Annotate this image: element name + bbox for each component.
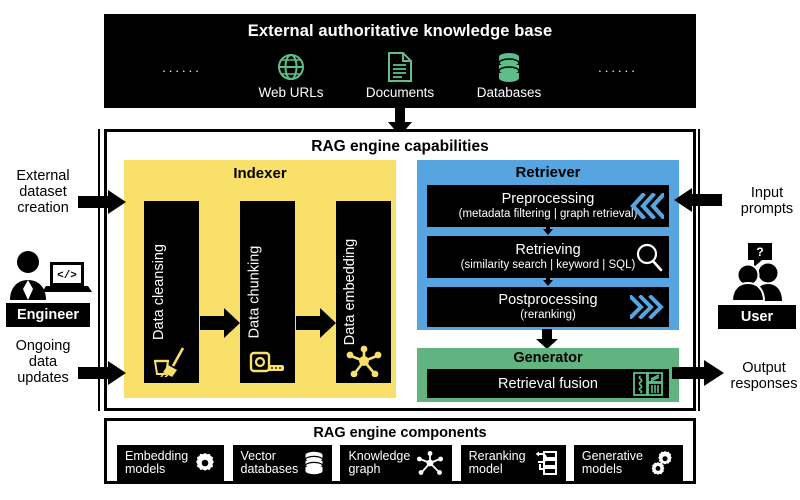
- retriever-step-preprocessing[interactable]: Preprocessing (metadata filtering | grap…: [427, 185, 669, 227]
- source-label: Documents: [365, 85, 435, 100]
- step-title: Retrieving: [515, 241, 581, 258]
- source-label: Web URLs: [258, 85, 324, 100]
- paper-roll-icon: [240, 349, 295, 377]
- label-line: Output: [742, 360, 786, 376]
- arrow-input-prompts-in: [672, 188, 722, 212]
- rag-engine-components-frame: RAG engine components Embedding models V…: [104, 418, 696, 484]
- component-label-line2: databases: [240, 462, 299, 476]
- knowledge-base-title: External authoritative knowledge base: [247, 22, 553, 40]
- node-graph-icon: [336, 345, 391, 377]
- label-line: Ongoing: [15, 338, 71, 354]
- double-gear-icon: [649, 450, 675, 476]
- svg-text:?: ?: [756, 245, 763, 259]
- label-line: data: [28, 354, 58, 371]
- label-line: responses: [730, 376, 798, 393]
- engineer-avatar-icon: </>: [6, 248, 92, 300]
- label-line: prompts: [740, 201, 794, 218]
- generator-title: Generator: [513, 350, 583, 366]
- indexer-step-data-embedding[interactable]: Data embedding: [336, 201, 391, 383]
- component-label-line2: graph: [348, 462, 381, 476]
- knowledge-graph-icon: [416, 450, 444, 476]
- label-line: Input: [750, 185, 784, 201]
- reranking-icon: [532, 450, 558, 476]
- indexer-title: Indexer: [233, 165, 287, 182]
- ongoing-data-updates-label: Ongoing data updates: [4, 338, 82, 387]
- source-label: Databases: [476, 85, 542, 100]
- chevrons-left-icon: [630, 193, 664, 219]
- arrow-preprocessing-to-retrieving: [542, 223, 554, 235]
- arrow-retrieving-to-postprocessing: [542, 274, 554, 286]
- component-label-line2: models: [581, 462, 623, 476]
- user-badge: User: [718, 305, 796, 329]
- external-dataset-creation-label: External dataset creation: [4, 168, 82, 217]
- arrow-chunking-to-embedding: [296, 308, 336, 338]
- step-subtitle: (metadata filtering | graph retrieval): [458, 207, 638, 220]
- external-knowledge-base-banner: External authoritative knowledge base ..…: [104, 14, 696, 108]
- generator-panel: Generator Retrieval fusion: [417, 348, 679, 402]
- fusion-icon: [633, 371, 663, 396]
- svg-text:</>: </>: [57, 270, 77, 282]
- engineer-badge-label: Engineer: [16, 307, 80, 323]
- component-vector-databases[interactable]: Vector databases: [232, 445, 333, 481]
- source-documents[interactable]: Documents: [348, 50, 452, 100]
- gear-icon: [194, 452, 216, 474]
- component-label-line2: models: [125, 462, 166, 476]
- retriever-title: Retriever: [515, 164, 581, 181]
- source-databases[interactable]: Databases: [457, 50, 561, 100]
- output-responses-label: Output responses: [730, 360, 798, 392]
- retriever-step-postprocessing[interactable]: Postprocessing (reranking): [427, 287, 669, 327]
- retriever-panel: Retriever Preprocessing (metadata filter…: [417, 160, 679, 330]
- right-ellipsis: ......: [598, 59, 638, 75]
- component-generative-models[interactable]: Generative models: [573, 445, 683, 481]
- components-title: RAG engine components: [313, 425, 487, 441]
- input-prompts-label: Input prompts: [736, 185, 798, 217]
- label-line: creation: [17, 200, 69, 217]
- component-embedding-models[interactable]: Embedding models: [117, 445, 225, 481]
- user-avatar-icon: ?: [726, 243, 790, 301]
- retriever-step-retrieving[interactable]: Retrieving (similarity search | keyword …: [427, 236, 669, 278]
- label-line: updates: [17, 370, 69, 387]
- step-title: Postprocessing: [498, 291, 598, 308]
- database-icon: [304, 451, 324, 475]
- document-icon: [387, 50, 413, 84]
- component-reranking-model[interactable]: Reranking model: [460, 445, 566, 481]
- label-line: External: [16, 168, 70, 184]
- source-web-urls[interactable]: Web URLs: [239, 50, 343, 100]
- label-line: dataset: [19, 184, 67, 201]
- engineer-badge: Engineer: [6, 303, 90, 327]
- generator-label: Retrieval fusion: [498, 375, 598, 392]
- database-icon: [496, 50, 522, 84]
- arrow-retriever-to-generator: [535, 329, 559, 349]
- globe-icon: [276, 50, 306, 84]
- arrow-cleansing-to-chunking: [200, 308, 240, 338]
- knowledge-base-sources: ...... Web URLs Documents Databases ....…: [104, 50, 696, 108]
- arrow-ongoing-data-updates-in: [78, 361, 126, 385]
- chevrons-right-icon: [630, 295, 664, 319]
- arrow-external-dataset-creation-in: [78, 190, 126, 214]
- rag-engine-title: RAG engine capabilities: [311, 138, 489, 155]
- step-subtitle: (similarity search | keyword | SQL): [460, 258, 636, 271]
- indexer-step-data-chunking[interactable]: Data chunking: [240, 201, 295, 383]
- broom-bucket-icon: [144, 347, 199, 377]
- step-title: Preprocessing: [501, 190, 595, 207]
- component-knowledge-graph[interactable]: Knowledge graph: [340, 445, 453, 481]
- user-badge-label: User: [740, 309, 774, 325]
- indexer-panel: Indexer Data cleansing Data chunking Dat…: [124, 160, 396, 398]
- step-subtitle: (reranking): [520, 308, 576, 321]
- magnifier-icon: [634, 242, 664, 272]
- left-ellipsis: ......: [162, 59, 202, 75]
- generator-retrieval-fusion[interactable]: Retrieval fusion: [427, 369, 669, 398]
- indexer-step-data-cleansing[interactable]: Data cleansing: [144, 201, 199, 383]
- arrow-output-responses-out: [672, 360, 724, 386]
- components-row: Embedding models Vector databases Knowle…: [117, 445, 683, 481]
- component-label-line2: model: [468, 462, 503, 476]
